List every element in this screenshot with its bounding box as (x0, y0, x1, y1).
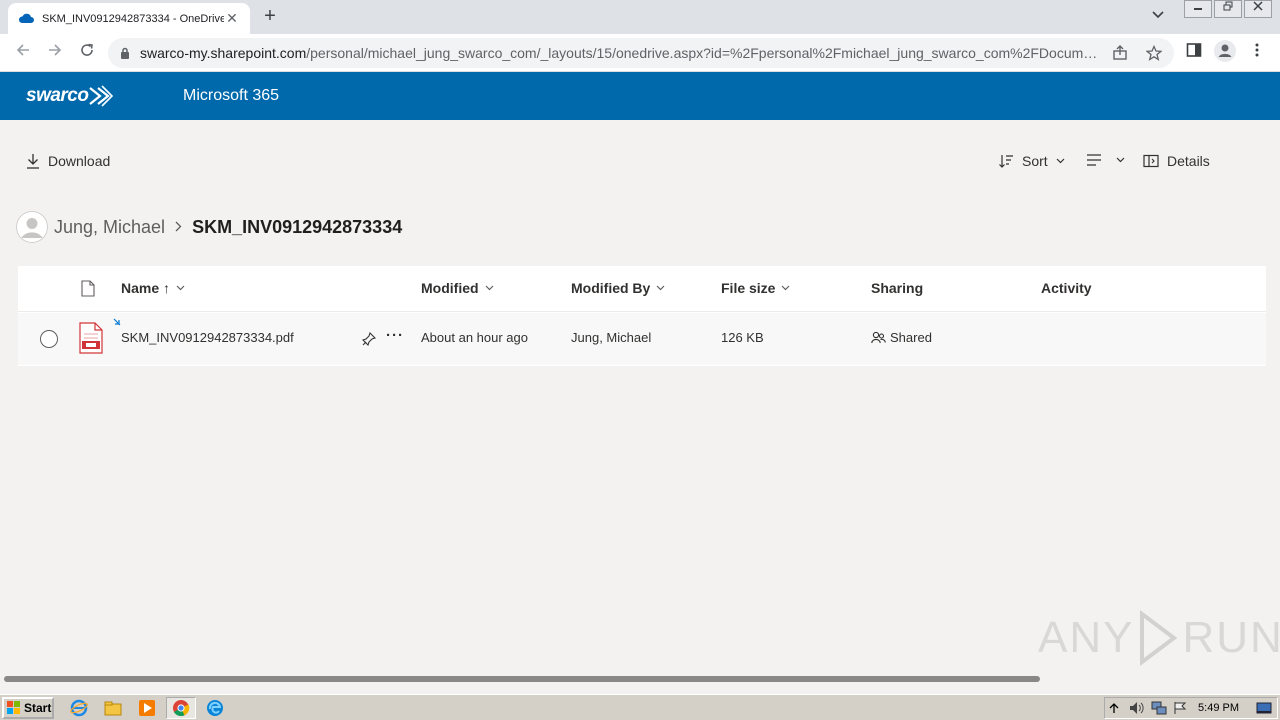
pdf-file-icon (78, 322, 104, 357)
browser-toolbar: swarco-my.sharepoint.com/personal/michae… (0, 34, 1280, 72)
url-text: swarco-my.sharepoint.com/personal/michae… (140, 45, 1102, 61)
row-select-radio[interactable] (40, 330, 58, 348)
restore-button[interactable] (1214, 0, 1242, 18)
person-placeholder-icon (16, 211, 48, 243)
download-button[interactable]: Download (26, 153, 110, 169)
action-center-flag-icon[interactable] (1173, 701, 1187, 715)
volume-icon[interactable] (1129, 701, 1145, 715)
people-icon (871, 331, 886, 344)
column-header-modified[interactable]: Modified (421, 280, 494, 296)
side-panel-button[interactable] (1186, 42, 1202, 58)
close-window-button[interactable] (1244, 0, 1272, 18)
share-icon[interactable] (1112, 45, 1128, 61)
bookmark-star-icon[interactable] (1146, 45, 1162, 61)
chrome-taskbar-button[interactable] (166, 697, 196, 719)
chevron-right-icon (175, 219, 182, 235)
chevron-down-icon (485, 285, 493, 291)
reload-button[interactable] (76, 42, 98, 64)
tab-close-icon[interactable]: ✕ (224, 10, 240, 27)
command-bar: Download Sort Details (0, 120, 1280, 204)
sort-button[interactable]: Sort (998, 153, 1073, 169)
breadcrumb-current-folder[interactable]: SKM_INV0912942873334 (192, 217, 402, 238)
reload-icon (81, 43, 93, 56)
file-list-header: Name ↑ Modified Modified By File size Sh… (18, 266, 1266, 312)
sort-label: Sort (1022, 153, 1048, 169)
profile-avatar-button[interactable] (1214, 40, 1236, 62)
new-item-sparkle-icon (113, 318, 121, 326)
file-explorer-icon[interactable] (104, 699, 122, 717)
details-pane-icon (1143, 154, 1159, 168)
address-bar[interactable]: swarco-my.sharepoint.com/personal/michae… (108, 38, 1174, 68)
kebab-menu-icon (1255, 43, 1259, 57)
play-triangle-icon (1140, 610, 1178, 666)
file-modified-by[interactable]: Jung, Michael (571, 330, 651, 345)
details-button[interactable]: Details (1143, 153, 1210, 169)
details-label: Details (1167, 153, 1210, 169)
system-clock[interactable]: 5:49 PM (1198, 702, 1239, 714)
edge-icon[interactable] (206, 699, 224, 717)
browser-tab[interactable]: SKM_INV0912942873334 - OneDrive ✕ (8, 3, 250, 34)
list-view-icon (1087, 154, 1101, 166)
swarco-logo-mark-icon (89, 85, 114, 107)
windows-taskbar: Start 5:49 PM (0, 694, 1280, 720)
browser-tab-bar: SKM_INV0912942873334 - OneDrive ✕ + (0, 0, 1280, 34)
show-desktop-icon[interactable] (1256, 701, 1272, 715)
window-controls (1182, 0, 1272, 18)
file-type-column-header[interactable] (81, 280, 95, 297)
chevron-down-icon (782, 285, 790, 291)
profile-icon (1214, 40, 1236, 62)
tab-title: SKM_INV0912942873334 - OneDrive (42, 12, 224, 25)
avatar (16, 211, 48, 243)
media-player-icon[interactable] (138, 699, 156, 717)
sharing-status[interactable]: Shared (871, 330, 932, 345)
side-panel-icon (1186, 43, 1202, 57)
back-button[interactable] (12, 42, 34, 64)
app-title[interactable]: Microsoft 365 (183, 87, 279, 105)
minimize-button[interactable] (1184, 0, 1212, 18)
start-button[interactable]: Start (2, 697, 54, 719)
column-header-modified-by[interactable]: Modified By (571, 280, 665, 296)
swarco-logo[interactable]: swarco (26, 84, 114, 108)
chevron-down-icon (176, 285, 185, 291)
download-label: Download (48, 153, 111, 169)
sort-icon (999, 155, 1013, 168)
file-size: 126 KB (721, 330, 764, 345)
table-row[interactable]: SKM_INV0912942873334.pdf ··· About an ho… (18, 313, 1266, 365)
windows-logo-icon (7, 701, 20, 714)
horizontal-scrollbar[interactable] (4, 676, 1040, 682)
download-icon (27, 154, 39, 169)
anyrun-watermark: ANY RUN (1038, 610, 1280, 666)
breadcrumb: Jung, Michael SKM_INV0912942873334 (16, 210, 402, 244)
file-modified: About an hour ago (421, 330, 528, 345)
chrome-icon (173, 700, 190, 717)
file-name-link[interactable]: SKM_INV0912942873334.pdf (121, 330, 294, 345)
more-actions-button[interactable]: ··· (386, 327, 404, 344)
chevron-down-icon (656, 285, 665, 291)
lock-icon (121, 47, 129, 59)
browser-menu-button[interactable] (1254, 42, 1260, 58)
forward-button[interactable] (44, 42, 66, 64)
column-header-name[interactable]: Name ↑ (121, 280, 185, 296)
suite-header: swarco Microsoft 365 (0, 72, 1280, 120)
tab-search-chevron-icon[interactable] (1152, 8, 1164, 22)
chevron-down-icon (1116, 157, 1125, 163)
column-header-activity[interactable]: Activity (1041, 280, 1092, 296)
system-tray: 5:49 PM (1104, 697, 1278, 719)
new-tab-button[interactable]: + (260, 6, 280, 26)
breadcrumb-user-link[interactable]: Jung, Michael (54, 217, 165, 238)
document-icon (81, 280, 95, 297)
onedrive-cloud-icon (18, 13, 34, 23)
pin-icon[interactable] (362, 332, 376, 346)
arrow-right-icon (49, 44, 62, 56)
network-icon[interactable] (1151, 701, 1167, 715)
arrow-left-icon (16, 44, 29, 56)
view-options-button[interactable] (1086, 153, 1133, 167)
internet-explorer-icon[interactable] (70, 699, 88, 717)
column-header-file-size[interactable]: File size (721, 280, 790, 296)
tray-expand-icon[interactable] (1109, 702, 1119, 714)
chevron-down-icon (1056, 158, 1065, 164)
file-list: Name ↑ Modified Modified By File size Sh… (18, 266, 1266, 366)
column-header-sharing[interactable]: Sharing (871, 280, 923, 296)
